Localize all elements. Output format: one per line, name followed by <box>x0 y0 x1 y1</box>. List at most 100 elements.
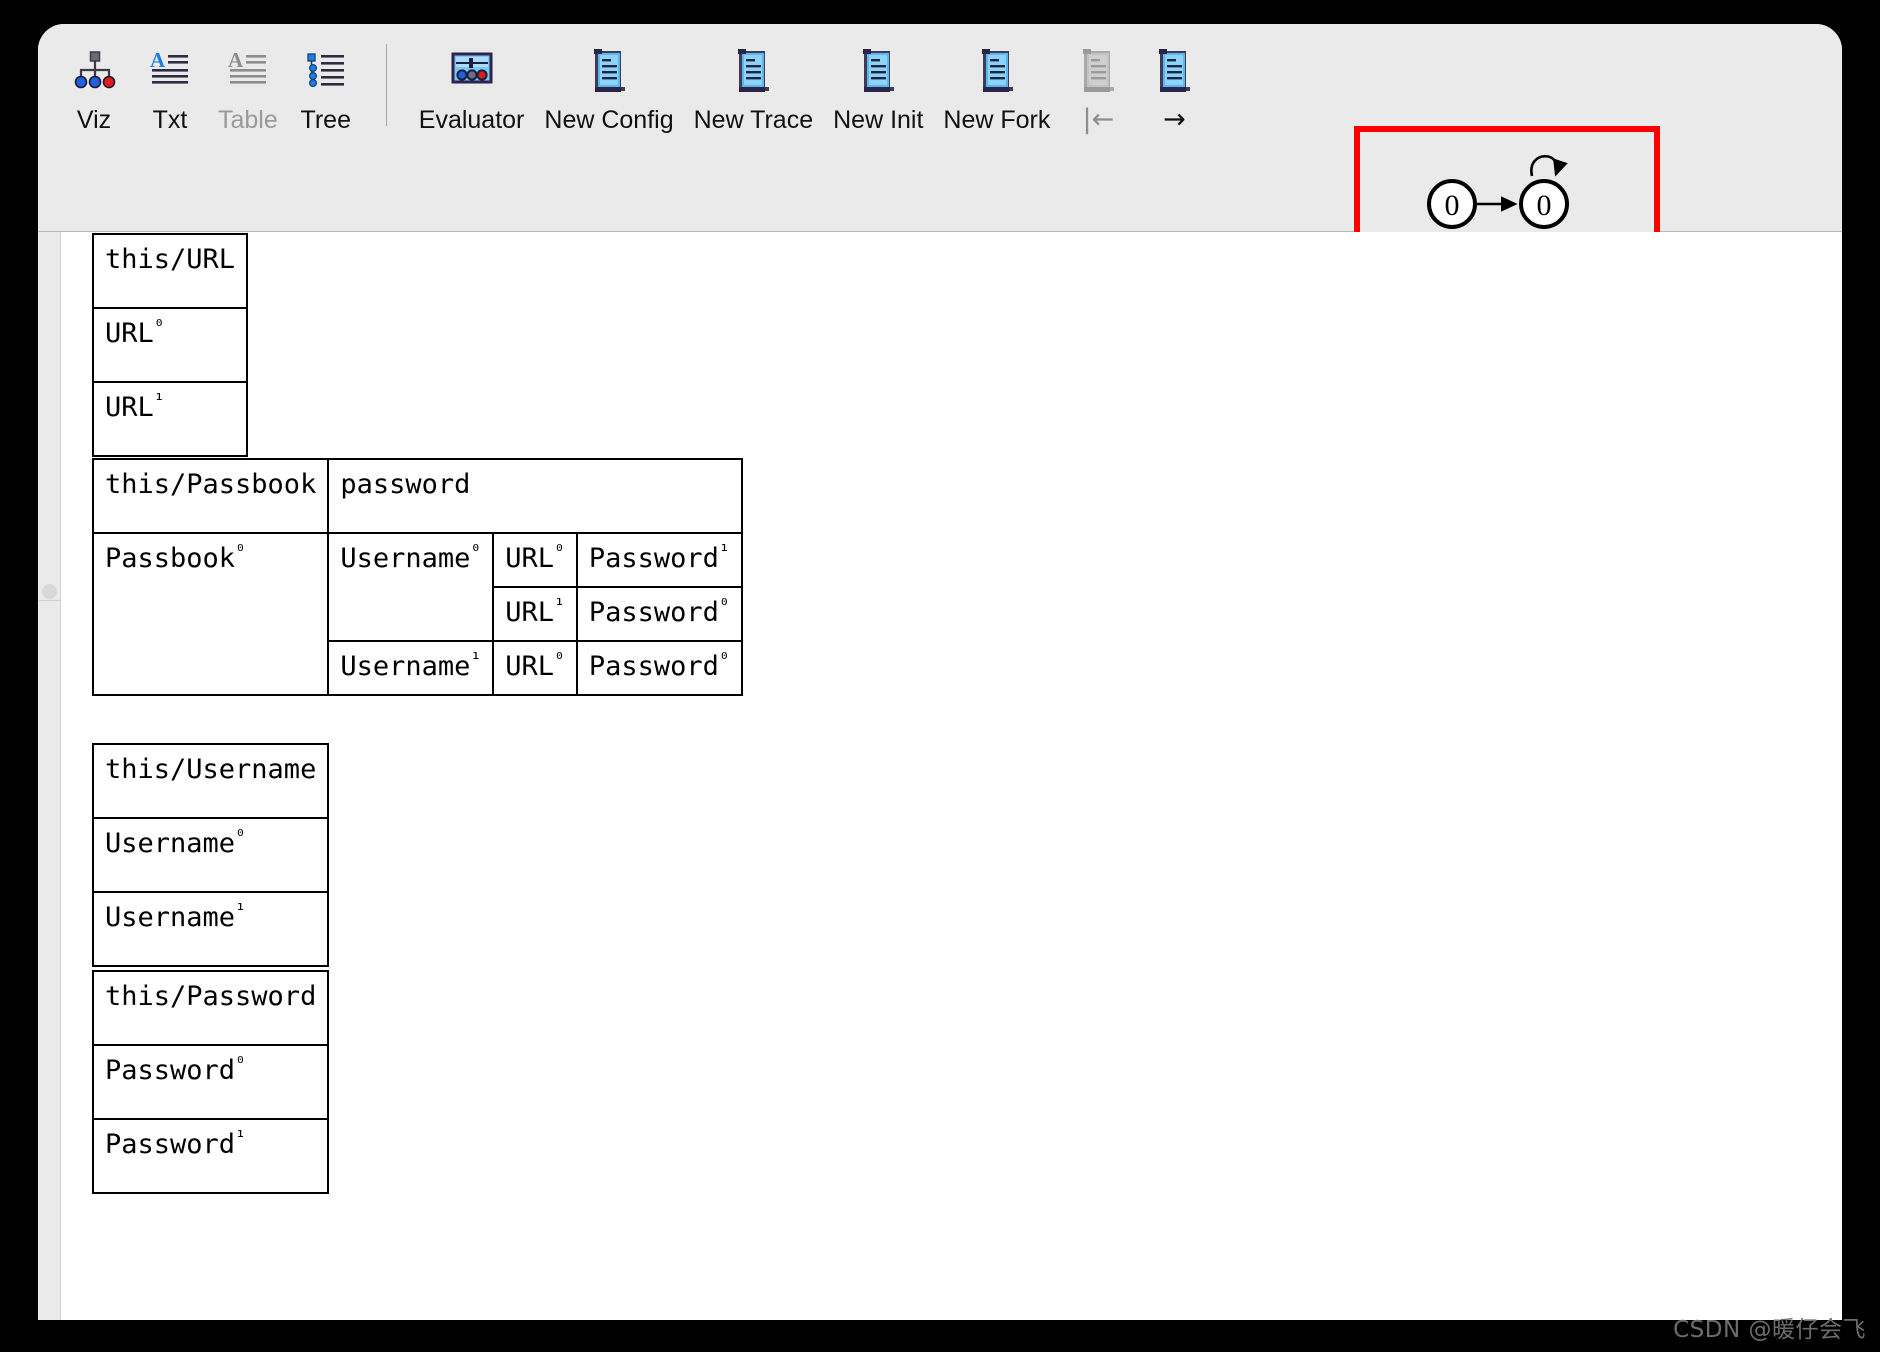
table-row: Username¹ <box>91 891 330 967</box>
toolbar-button-new-fork[interactable]: New Fork <box>933 40 1060 139</box>
graph-node-label: 0 <box>1537 189 1552 222</box>
table-cell-password[interactable]: Password⁰ <box>575 639 743 696</box>
atom-index: ⁰ <box>235 1053 246 1074</box>
watermark: CSDN @暖仔会飞 <box>1673 1317 1866 1343</box>
table-row: this/Passbook password <box>91 458 743 534</box>
table-row: this/URL <box>91 233 249 309</box>
toolbar-separator <box>385 44 387 126</box>
scroll-icon <box>973 44 1021 96</box>
table-cell-atom[interactable]: Username⁰ <box>91 817 330 893</box>
table-cell-password[interactable]: Password¹ <box>575 532 743 588</box>
panel-divider <box>38 600 60 601</box>
table-cell-atom[interactable]: Passbook⁰ <box>91 532 330 696</box>
tree-list-icon <box>302 44 350 96</box>
table-row: URL¹ <box>91 381 249 457</box>
atom-index: ¹ <box>470 648 482 670</box>
panel-collapse-handle-icon[interactable] <box>42 584 57 599</box>
scroll-gray-icon <box>1074 44 1122 96</box>
toolbar-button-evaluator[interactable]: Evaluator <box>409 40 535 139</box>
scroll-icon <box>585 44 633 96</box>
table-row: Password⁰ <box>91 1044 330 1120</box>
toolbar-label-viz: Viz <box>76 106 112 134</box>
table-cell-atom[interactable]: Password⁰ <box>91 1044 330 1120</box>
table-cell-atom[interactable]: URL¹ <box>91 381 249 457</box>
atom-base: Username <box>340 650 471 682</box>
table-cell-url[interactable]: URL¹ <box>492 585 578 642</box>
atom-base: Username <box>105 828 236 859</box>
toolbar-button-new-trace[interactable]: New Trace <box>684 40 823 139</box>
toolbar-label-evaluator: Evaluator <box>418 106 525 134</box>
toolbar-button-new-init[interactable]: New Init <box>823 40 933 139</box>
table-password: this/Password Password⁰ Password¹ <box>91 970 330 1194</box>
atom-index: ⁰ <box>235 541 246 562</box>
toolbar-label-table: Table <box>218 106 278 134</box>
toolbar-button-table[interactable]: A Table <box>208 40 288 139</box>
atom-base: Password <box>105 1055 236 1086</box>
atom-index: ⁰ <box>153 316 165 337</box>
atom-index: ⁰ <box>718 648 730 670</box>
table-cell-atom[interactable]: URL⁰ <box>91 307 249 383</box>
table-cell-url[interactable]: URL⁰ <box>492 639 578 696</box>
toolbar-label-new-trace: New Trace <box>693 106 814 134</box>
table-row: Passbook⁰ Username⁰ URL⁰ Password¹ <box>91 532 743 696</box>
toolbar-label-txt: Txt <box>152 106 188 134</box>
scroll-icon <box>1150 44 1198 96</box>
atom-index: ⁰ <box>554 648 565 670</box>
table-header-cell: this/Username <box>91 743 330 819</box>
table-header-cell: this/Password <box>91 970 330 1046</box>
toolbar-label-new-fork: New Fork <box>943 106 1051 134</box>
table-header-cell-left: this/Passbook <box>91 458 330 534</box>
table-cell-username[interactable]: Username¹ <box>327 639 495 696</box>
toolbar-button-tree[interactable]: Tree <box>288 40 364 139</box>
toolbar-label-tree: Tree <box>300 106 351 134</box>
graph-node-label: 0 <box>1445 189 1460 222</box>
atom-base: URL <box>105 318 154 349</box>
table-row: this/Username <box>91 743 330 819</box>
table-row: Username⁰ <box>91 817 330 893</box>
atom-index: ⁰ <box>554 541 565 562</box>
atom-base: Password <box>588 650 719 682</box>
table-passbook: this/Passbook password Passbook⁰ Usernam… <box>91 458 743 696</box>
toolbar-button-next-state[interactable]: → <box>1136 40 1212 137</box>
atom-base: Username <box>340 543 471 574</box>
table-cell-password[interactable]: Password⁰ <box>575 585 743 642</box>
table-cell-atom[interactable]: Username¹ <box>91 891 330 967</box>
scroll-icon <box>854 44 902 96</box>
atom-base: Username <box>105 902 236 933</box>
atom-index: ¹ <box>235 1127 246 1148</box>
atom-base: URL <box>105 392 154 423</box>
table-row: this/Password <box>91 970 330 1046</box>
toolbar: Viz A Txt A Table Tree Evaluator New Con… <box>38 24 1842 261</box>
atom-index: ¹ <box>718 541 730 562</box>
toolbar-button-txt[interactable]: A Txt <box>132 40 208 139</box>
atom-index: ⁰ <box>235 826 246 847</box>
scroll-icon <box>729 44 777 96</box>
toolbar-label-prev-state: |← <box>1082 104 1115 135</box>
atom-base: Password <box>588 543 719 574</box>
app-window: Viz A Txt A Table Tree Evaluator New Con… <box>38 24 1842 1320</box>
atom-base: URL <box>505 650 554 682</box>
atom-index: ¹ <box>235 900 246 921</box>
toolbar-button-viz[interactable]: Viz <box>56 40 132 139</box>
table-cell-atom[interactable]: Password¹ <box>91 1118 330 1194</box>
atom-index: ¹ <box>153 390 165 411</box>
atom-base: Password <box>105 1129 236 1160</box>
toolbar-button-new-config[interactable]: New Config <box>534 40 683 139</box>
svg-text:A: A <box>228 48 244 72</box>
table-cell-url[interactable]: URL⁰ <box>492 532 578 588</box>
table-header-cell-field: password <box>327 458 743 534</box>
toolbar-button-prev-state[interactable]: |← <box>1060 40 1136 137</box>
atom-base: Password <box>588 596 719 628</box>
atom-base: URL <box>505 596 554 628</box>
toolbar-label-new-config: New Config <box>544 106 674 134</box>
text-lines-icon: A <box>146 44 194 96</box>
tree-graph-icon <box>70 44 118 96</box>
left-panel-strip[interactable] <box>38 232 61 1320</box>
atom-index: ⁰ <box>718 594 730 616</box>
table-row: URL⁰ <box>91 307 249 383</box>
table-username: this/Username Username⁰ Username¹ <box>91 743 330 967</box>
text-lines-icon: A <box>224 44 272 96</box>
atom-index: ⁰ <box>470 541 482 562</box>
evaluator-icon <box>448 44 496 96</box>
table-cell-username[interactable]: Username⁰ <box>327 532 495 642</box>
